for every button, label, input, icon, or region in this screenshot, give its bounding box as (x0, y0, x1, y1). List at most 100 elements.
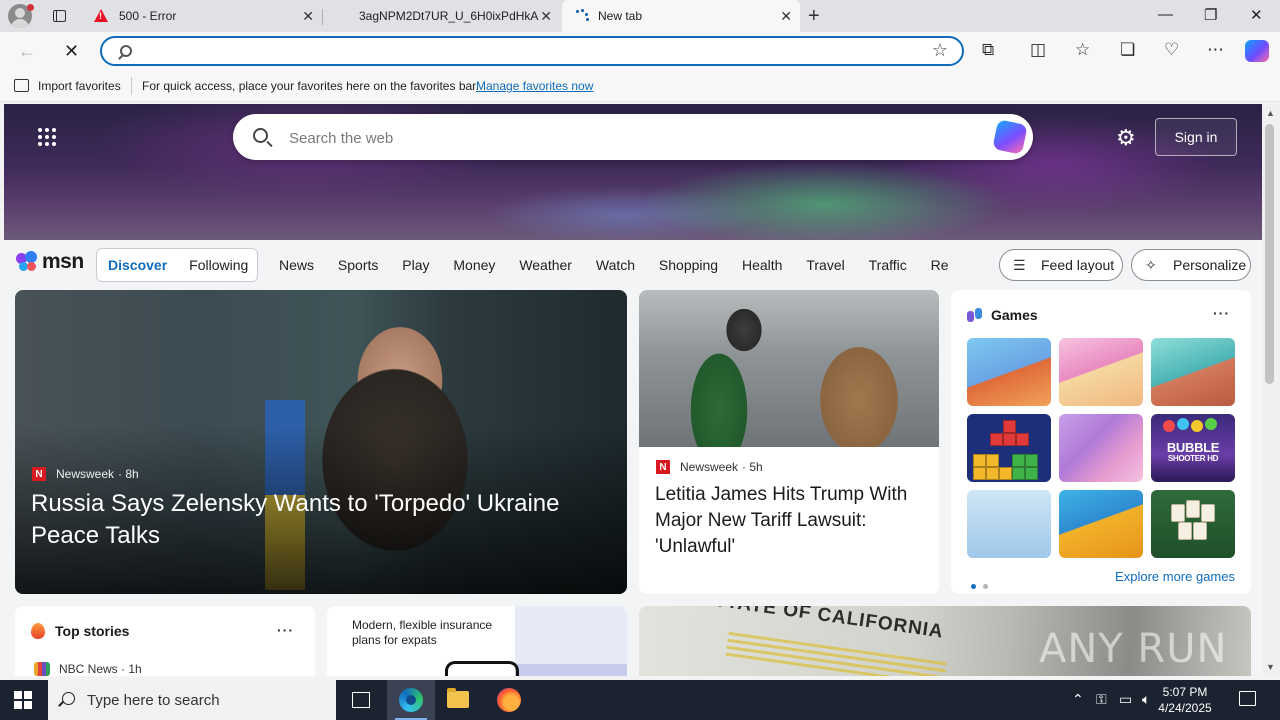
notification-center-icon[interactable] (1239, 691, 1256, 706)
split-screen-icon[interactable]: ◫ (1030, 40, 1046, 60)
close-tab-icon[interactable]: ✕ (540, 9, 552, 23)
games-more-icon[interactable]: ··· (1213, 305, 1230, 321)
copilot-icon[interactable] (1245, 40, 1269, 62)
scroll-down-arrow-icon[interactable]: ▼ (1266, 662, 1275, 672)
game-tile-3[interactable] (1151, 338, 1235, 406)
copilot-icon[interactable] (992, 119, 1028, 155)
extensions-icon[interactable]: ⧉ (982, 40, 994, 60)
address-bar[interactable]: ☆ (100, 36, 964, 66)
bubble-shooter-logo: BUBBLE SHOOTER HD (1166, 440, 1220, 463)
new-tab-plus-icon[interactable]: + (808, 6, 820, 26)
game-tile-thief[interactable] (967, 490, 1051, 558)
settings-gear-icon[interactable]: ⚙ (1116, 127, 1138, 149)
close-tab-icon[interactable]: ✕ (302, 9, 314, 23)
game-tile-crazy-games[interactable] (1059, 490, 1143, 558)
newsweek-logo-icon: N (656, 460, 670, 474)
game-tile-1[interactable] (967, 338, 1051, 406)
address-input[interactable] (146, 42, 906, 60)
more-menu-icon[interactable]: ⋯ (1207, 40, 1224, 60)
system-clock[interactable]: 5:07 PM 4/24/2025 (1140, 684, 1230, 716)
favorites-icon[interactable]: ☆ (1075, 40, 1090, 60)
tab-discover[interactable]: Discover (108, 257, 167, 273)
tab-500-error[interactable]: 500 - Error ✕ (84, 0, 322, 32)
taskbar-file-explorer[interactable] (435, 680, 483, 720)
nav-play[interactable]: Play (402, 257, 429, 273)
stop-loading-icon[interactable]: ✕ (64, 42, 79, 60)
show-hidden-icons-chevron-icon[interactable]: ⌃ (1072, 692, 1084, 706)
folder-icon (447, 688, 469, 708)
source-name: Newsweek (56, 467, 115, 481)
web-search-box[interactable] (233, 114, 1033, 160)
close-tab-icon[interactable]: ✕ (780, 9, 792, 23)
task-view-button[interactable] (336, 680, 384, 720)
newsweek-logo-icon: N (32, 467, 46, 481)
feed-layout-button[interactable]: ☰ Feed layout (999, 249, 1123, 281)
manage-favorites-link[interactable]: Manage favorites now (476, 79, 593, 93)
tab-new-tab[interactable]: New tab ✕ (562, 0, 800, 32)
nav-news[interactable]: News (279, 257, 314, 273)
games-title[interactable]: Games (991, 307, 1038, 323)
main-story-headline[interactable]: Russia Says Zelensky Wants to 'Torpedo' … (31, 488, 591, 552)
personalize-button[interactable]: ✧ Personalize (1131, 249, 1251, 281)
second-story-card[interactable]: N Newsweek · 5h Letitia James Hits Trump… (639, 290, 939, 594)
sliders-icon: ☰ (1013, 257, 1026, 273)
game-tile-mahjong[interactable] (1151, 490, 1235, 558)
web-search-input[interactable] (289, 128, 969, 148)
tab-encoded-url[interactable]: 3agNPM2Dt7UR_U_6H0ixPdHkA... ✕ (324, 0, 560, 32)
msn-logo[interactable]: msn (16, 250, 84, 274)
import-favorites-button[interactable]: Import favorites (38, 79, 121, 93)
feed-toggle: Discover Following (96, 248, 258, 282)
nav-shopping[interactable]: Shopping (659, 257, 718, 273)
taskbar-edge[interactable] (387, 680, 435, 720)
main-story-card[interactable]: N Newsweek · 8h Russia Says Zelensky Wan… (15, 290, 627, 594)
nav-real-estate[interactable]: Real E (931, 257, 949, 273)
nav-money[interactable]: Money (453, 257, 495, 273)
page-scrollbar[interactable]: ▲ ▼ (1262, 104, 1280, 676)
tab-actions-icon[interactable] (48, 6, 70, 26)
windows-start-icon[interactable] (14, 691, 32, 709)
insurance-ad-card[interactable]: Modern, flexible insurance plans for exp… (327, 606, 627, 676)
back-arrow-icon[interactable]: ← (18, 42, 36, 60)
nav-travel[interactable]: Travel (806, 257, 844, 273)
sign-in-button[interactable]: Sign in (1155, 118, 1237, 156)
taskbar-firefox[interactable] (485, 680, 533, 720)
network-icon[interactable]: ▭ (1119, 692, 1132, 706)
nav-weather[interactable]: Weather (519, 257, 572, 273)
nav-traffic[interactable]: Traffic (869, 257, 907, 273)
game-tile-block-puzzle[interactable] (967, 414, 1051, 482)
scroll-up-arrow-icon[interactable]: ▲ (1266, 108, 1275, 118)
minimize-icon[interactable]: — (1158, 6, 1173, 23)
scrollbar-thumb[interactable] (1265, 124, 1274, 384)
feed-layout-label: Feed layout (1041, 257, 1115, 273)
ad-image (515, 606, 627, 676)
import-favorites-icon[interactable] (14, 79, 29, 92)
close-window-icon[interactable]: ✕ (1250, 6, 1263, 24)
california-story-card[interactable]: STATE OF CALIFORNIA ANY RUN (639, 606, 1251, 676)
taskbar-search-box[interactable]: Type here to search (48, 680, 336, 720)
game-tile-2[interactable] (1059, 338, 1143, 406)
msn-new-tab-page: ⚙ Sign in msn Discover Following News Sp… (4, 104, 1262, 676)
taskbar-search-placeholder: Type here to search (87, 692, 220, 709)
top-stories-title[interactable]: Top stories (55, 623, 129, 639)
game-tile-bubble-shooter[interactable]: BUBBLE SHOOTER HD (1151, 414, 1235, 482)
app-launcher-icon[interactable] (38, 128, 58, 148)
nav-health[interactable]: Health (742, 257, 782, 273)
collections-icon[interactable]: ❏ (1120, 40, 1135, 60)
device-icon[interactable]: ⚿ (1096, 692, 1107, 706)
restore-icon[interactable]: ❐ (1204, 6, 1217, 24)
tab-title: 3agNPM2Dt7UR_U_6H0ixPdHkA... (359, 9, 539, 23)
error-icon (94, 9, 108, 23)
browser-essentials-icon[interactable]: ♡ (1164, 40, 1179, 60)
search-icon (120, 45, 132, 57)
nav-watch[interactable]: Watch (596, 257, 635, 273)
story-source: N Newsweek · 8h (32, 467, 139, 481)
search-icon (62, 692, 75, 705)
nav-sports[interactable]: Sports (338, 257, 378, 273)
favorite-star-icon[interactable]: ☆ (932, 40, 948, 61)
game-tile-makeup[interactable] (1059, 414, 1143, 482)
carousel-dots[interactable] (971, 576, 995, 594)
top-stories-more-icon[interactable]: ··· (277, 622, 294, 638)
explore-more-games-link[interactable]: Explore more games (1115, 569, 1235, 584)
tab-following[interactable]: Following (189, 257, 248, 273)
second-story-headline[interactable]: Letitia James Hits Trump With Major New … (655, 482, 925, 560)
